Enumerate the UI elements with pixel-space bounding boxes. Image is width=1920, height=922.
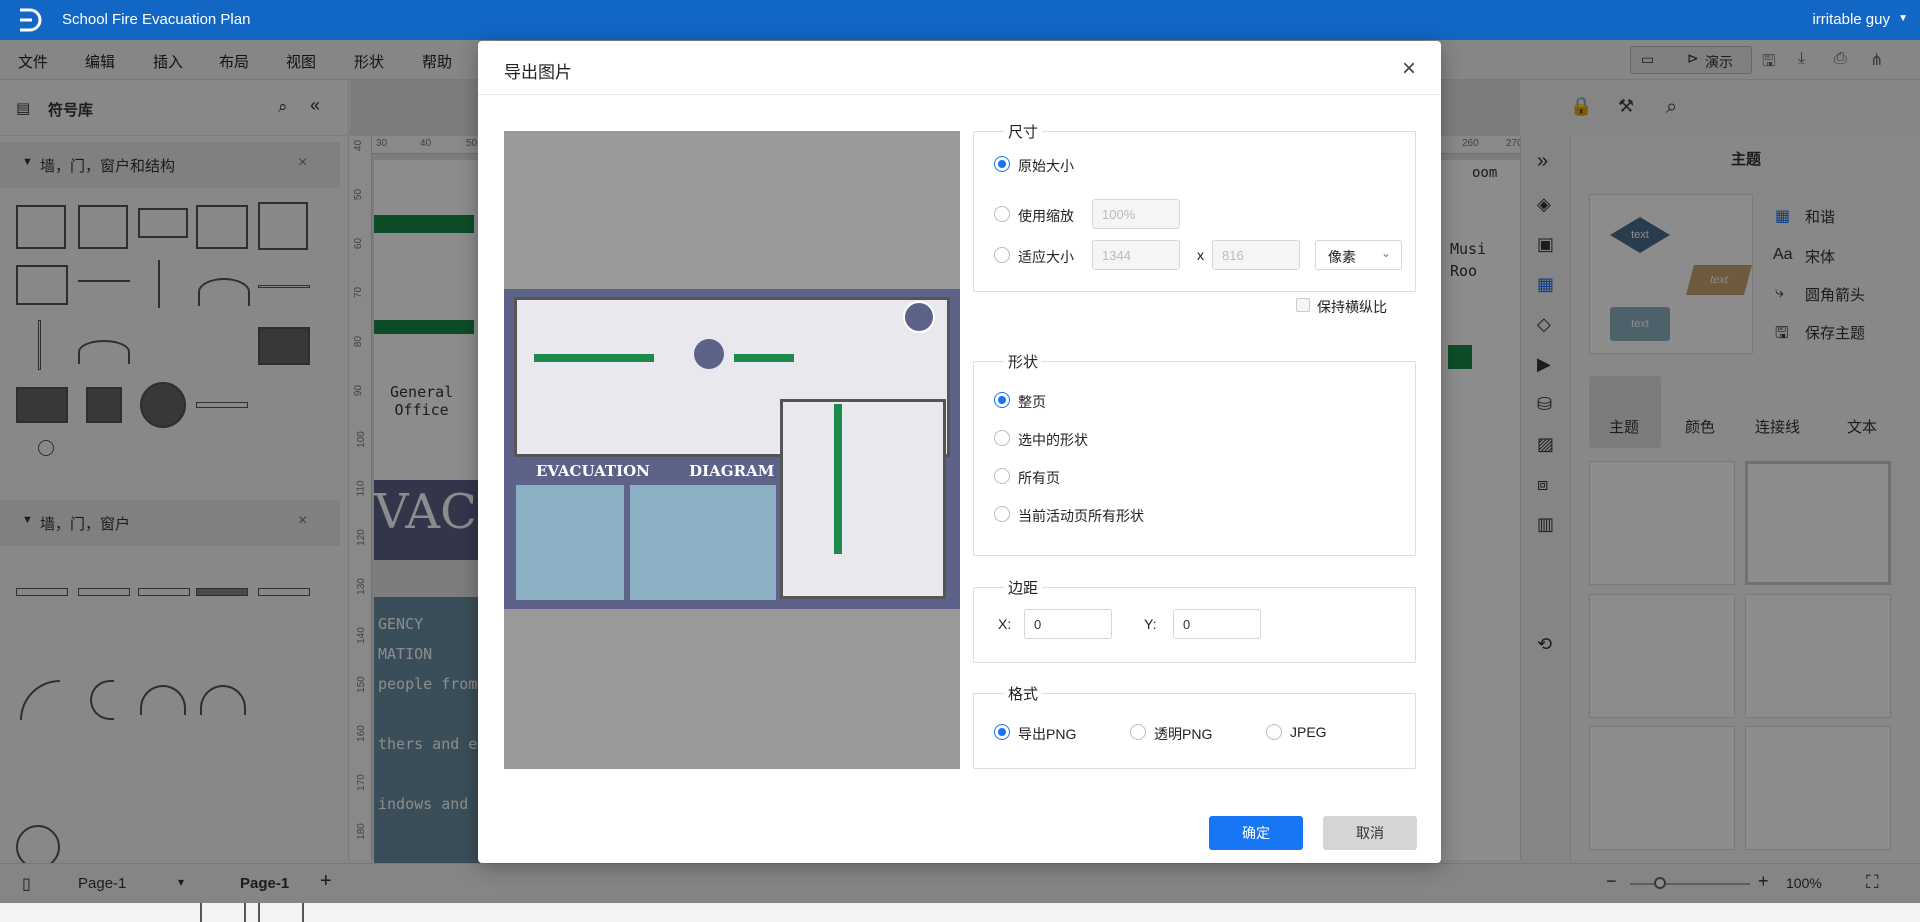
transparent-png-label[interactable]: 透明PNG (1154, 724, 1212, 744)
margin-x-label: X: (998, 616, 1012, 632)
whole-page-radio[interactable] (994, 392, 1010, 408)
scale-input[interactable] (1092, 199, 1180, 229)
fit-size-radio[interactable] (994, 247, 1010, 263)
cancel-button[interactable]: 取消 (1323, 816, 1417, 850)
dialog-title: 导出图片 (504, 63, 572, 82)
document-title: School Fire Evacuation Plan (62, 11, 251, 28)
shape-group-title: 形状 (1004, 351, 1043, 372)
scale-radio[interactable] (994, 206, 1010, 222)
original-size-radio[interactable] (994, 156, 1010, 172)
confirm-button[interactable]: 确定 (1209, 816, 1303, 850)
png-label[interactable]: 导出PNG (1018, 724, 1076, 744)
preview-floorplan-right (780, 399, 946, 599)
preview-evacuation-map: EVACUATION DIAGRAM (504, 289, 960, 609)
title-bar: School Fire Evacuation Plan irritable gu… (0, 0, 1920, 40)
size-group: 尺寸 原始大小 使用缩放 适应大小 x 像素 ⌄ 保持横纵比 (973, 121, 1416, 315)
scale-label[interactable]: 使用缩放 (1018, 206, 1074, 226)
chevron-down-icon: ⌄ (1380, 246, 1391, 260)
dialog-divider (478, 94, 1441, 95)
height-input[interactable] (1212, 240, 1300, 270)
preview-legend-box (630, 485, 776, 600)
margin-x-input[interactable] (1024, 609, 1112, 639)
chevron-down-icon[interactable]: ▼ (1898, 13, 1908, 24)
selected-shapes-label[interactable]: 选中的形状 (1018, 430, 1088, 450)
preview-exit-arrow (534, 354, 654, 362)
app-logo-icon[interactable] (14, 6, 44, 34)
all-pages-radio[interactable] (994, 468, 1010, 484)
whole-page-label[interactable]: 整页 (1018, 392, 1046, 412)
jpeg-label[interactable]: JPEG (1290, 724, 1327, 740)
preview-exit-arrow (834, 404, 842, 554)
margin-y-input[interactable] (1173, 609, 1261, 639)
margin-group-title: 边距 (1004, 577, 1043, 598)
transparent-png-radio[interactable] (1130, 724, 1146, 740)
png-radio[interactable] (994, 724, 1010, 740)
export-image-dialog: 导出图片 × EVACUATION DIAGRAM 尺寸 原始大小 使用缩放 适… (478, 41, 1441, 863)
shape-group: 形状 整页 选中的形状 所有页 当前活动页所有形状 (973, 351, 1416, 556)
fit-size-label[interactable]: 适应大小 (1018, 247, 1074, 267)
margin-y-label: Y: (1144, 616, 1157, 632)
export-preview: EVACUATION DIAGRAM (504, 131, 960, 769)
unit-select-value: 像素 (1328, 249, 1356, 265)
preview-info-box (516, 485, 624, 600)
original-size-label[interactable]: 原始大小 (1018, 156, 1074, 176)
close-icon[interactable]: × (1395, 55, 1423, 83)
times-label: x (1197, 247, 1204, 263)
selected-shapes-radio[interactable] (994, 430, 1010, 446)
keep-ratio-label[interactable]: 保持横纵比 (1317, 297, 1387, 317)
format-group: 格式 导出PNG 透明PNG JPEG (973, 683, 1416, 769)
format-group-title: 格式 (1004, 683, 1043, 704)
active-page-shapes-label[interactable]: 当前活动页所有形状 (1018, 506, 1144, 526)
user-name[interactable]: irritable guy (1812, 11, 1890, 28)
keep-ratio-checkbox[interactable] (1296, 298, 1310, 312)
width-input[interactable] (1092, 240, 1180, 270)
unit-select[interactable]: 像素 ⌄ (1315, 240, 1402, 270)
preview-heading: EVACUATION DIAGRAM (514, 459, 776, 483)
preview-logo (903, 301, 935, 333)
active-page-shapes-radio[interactable] (994, 506, 1010, 522)
all-pages-label[interactable]: 所有页 (1018, 468, 1060, 488)
size-group-title: 尺寸 (1004, 121, 1043, 142)
preview-you-are-here (694, 339, 724, 369)
jpeg-radio[interactable] (1266, 724, 1282, 740)
margin-group: 边距 X: Y: (973, 577, 1416, 663)
preview-heading-left: EVACUATION (536, 462, 650, 480)
preview-heading-right: DIAGRAM (689, 462, 775, 480)
preview-exit-arrow (734, 354, 794, 362)
